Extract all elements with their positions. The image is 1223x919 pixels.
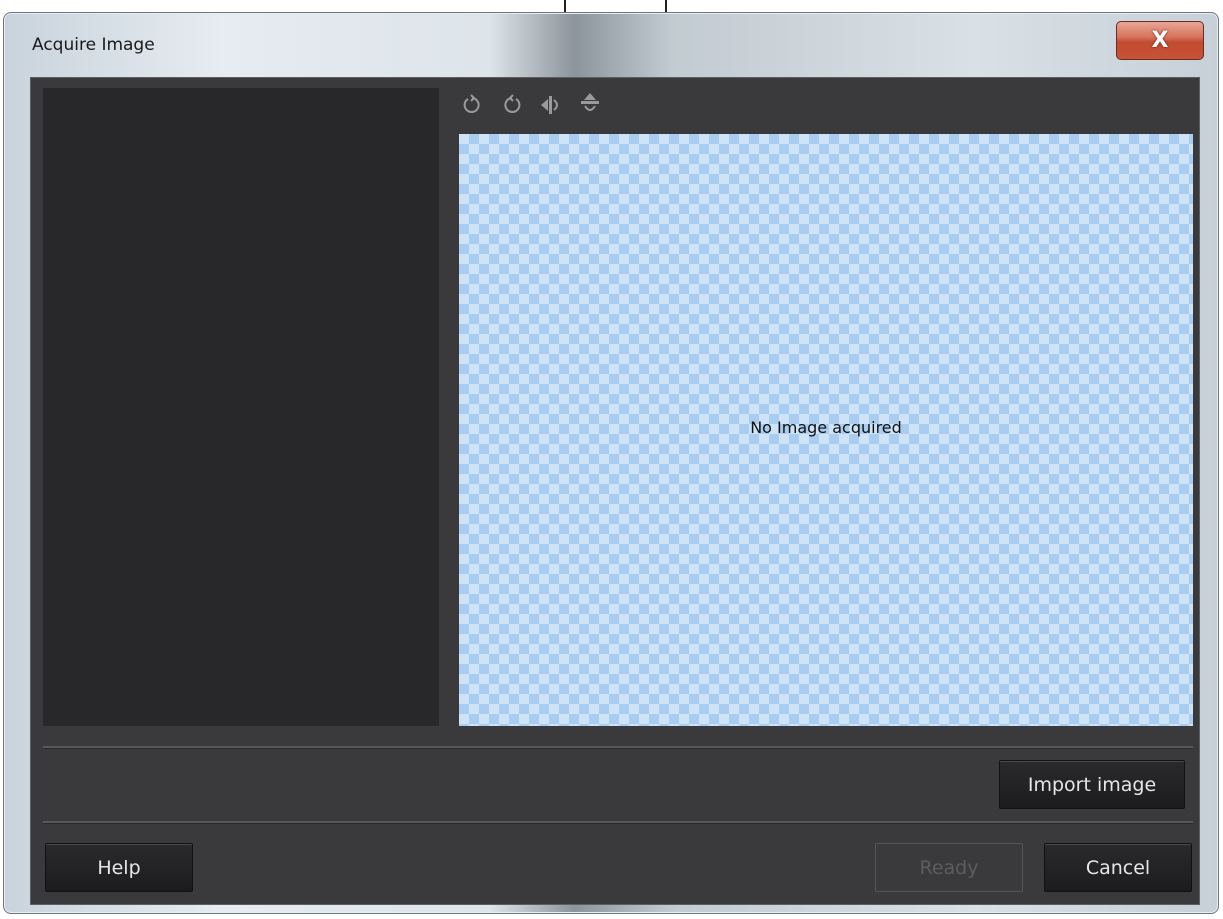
image-preview-area: No Image acquired: [459, 134, 1193, 726]
dialog-client-area: No Image acquired Import image Help Read…: [30, 77, 1200, 905]
window-title: Acquire Image: [32, 35, 155, 55]
image-toolbar: [459, 86, 759, 122]
divider: [43, 746, 1193, 749]
acquire-image-dialog: Acquire Image X No Image acquired Import…: [3, 12, 1219, 914]
cancel-button[interactable]: Cancel: [1044, 843, 1192, 892]
close-button[interactable]: X: [1116, 21, 1204, 60]
rotate-left-icon[interactable]: [459, 92, 485, 118]
rotate-right-icon[interactable]: [499, 92, 525, 118]
help-button[interactable]: Help: [45, 843, 193, 892]
flip-horizontal-icon[interactable]: [539, 92, 565, 118]
close-icon: X: [1151, 28, 1169, 53]
divider: [43, 821, 1193, 824]
source-list-panel[interactable]: [43, 88, 439, 726]
import-image-button[interactable]: Import image: [999, 760, 1185, 809]
flip-vertical-icon[interactable]: [577, 92, 603, 118]
no-image-message: No Image acquired: [750, 418, 902, 437]
ready-button[interactable]: Ready: [875, 843, 1023, 892]
title-bar[interactable]: Acquire Image X: [4, 13, 1218, 73]
